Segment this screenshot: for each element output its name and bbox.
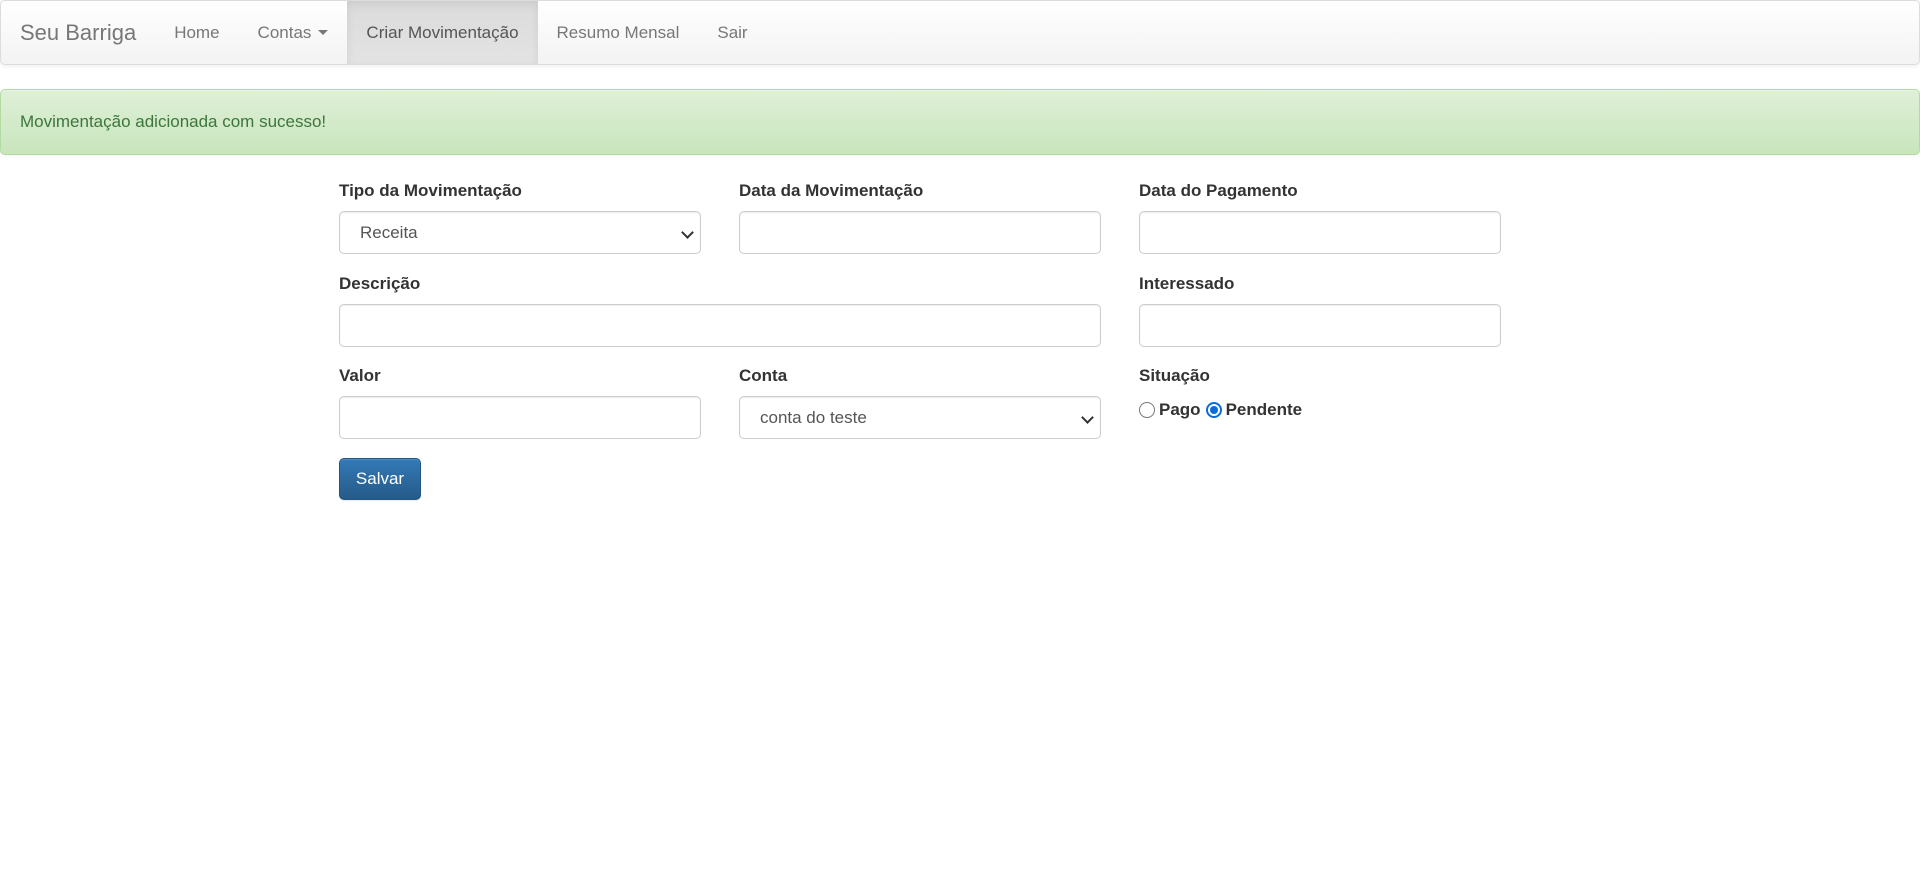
alert-message: Movimentação adicionada com sucesso!	[20, 112, 327, 131]
tipo-label: Tipo da Movimentação	[339, 181, 522, 200]
navbar: Seu Barriga Home Contas Criar Movimentaç…	[0, 0, 1920, 65]
data-pagamento-input[interactable]	[1139, 211, 1501, 254]
descricao-label: Descrição	[339, 274, 421, 293]
nav-item-criar-movimentacao[interactable]: Criar Movimentação	[347, 1, 538, 64]
radio-label-pendente[interactable]: Pendente	[1226, 400, 1303, 420]
nav-item-contas[interactable]: Contas	[239, 1, 348, 64]
interessado-label: Interessado	[1139, 274, 1235, 293]
nav-item-home[interactable]: Home	[155, 1, 238, 64]
chevron-down-icon	[681, 226, 694, 239]
caret-down-icon	[318, 30, 329, 35]
nav-item-sair[interactable]: Sair	[698, 1, 766, 64]
nav-item-label: Home	[174, 22, 220, 42]
brand-link[interactable]: Seu Barriga	[1, 1, 155, 64]
data-pagamento-label: Data do Pagamento	[1139, 181, 1298, 200]
chevron-down-icon	[1081, 411, 1094, 424]
valor-input[interactable]	[339, 396, 701, 439]
conta-label: Conta	[739, 366, 788, 385]
nav-item-label: Sair	[717, 22, 748, 42]
radio-label-pago[interactable]: Pago	[1159, 400, 1201, 420]
situacao-label: Situação	[1139, 366, 1210, 385]
data-movimentacao-input[interactable]	[739, 211, 1101, 254]
descricao-input[interactable]	[339, 304, 1101, 347]
situacao-radio-pendente[interactable]	[1205, 402, 1222, 418]
conta-select[interactable]: conta do teste	[739, 396, 1101, 439]
save-button[interactable]: Salvar	[339, 458, 421, 500]
interessado-input[interactable]	[1139, 304, 1501, 347]
nav-item-resumo-mensal[interactable]: Resumo Mensal	[538, 1, 699, 64]
conta-select-value: conta do teste	[760, 407, 867, 427]
tipo-select[interactable]: Receita	[339, 211, 701, 254]
nav-item-label: Contas	[257, 22, 312, 42]
valor-label: Valor	[339, 366, 381, 385]
nav-item-label: Criar Movimentação	[366, 22, 519, 42]
success-alert: Movimentação adicionada com sucesso!	[0, 89, 1920, 155]
situacao-radio-pago[interactable]	[1139, 402, 1155, 418]
situacao-radio-group: Pago Pendente	[1139, 400, 1307, 420]
tipo-select-value: Receita	[360, 222, 418, 242]
nav-item-label: Resumo Mensal	[556, 22, 680, 42]
data-movimentacao-label: Data da Movimentação	[739, 181, 924, 200]
